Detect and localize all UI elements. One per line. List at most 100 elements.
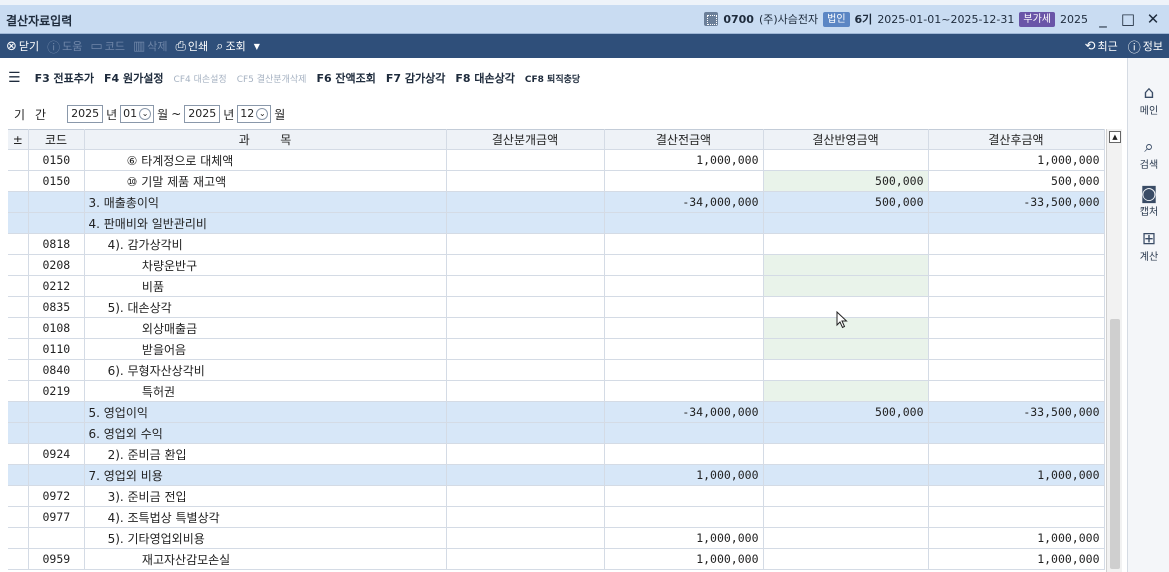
expand-cell[interactable] [8, 401, 29, 423]
end-year-input[interactable]: 2025 [184, 105, 221, 123]
hamburger-menu-icon[interactable]: ☰ [8, 70, 21, 86]
code-cell[interactable]: 0972 [28, 485, 85, 507]
maximize-button[interactable]: □ [1118, 10, 1138, 28]
expand-cell[interactable] [8, 485, 29, 507]
f7-depreciation-button[interactable]: F7 감가상각 [386, 70, 445, 86]
table-row[interactable]: 7. 영업외 비용 1,000,000 1,000,000 [8, 464, 1105, 486]
start-year-input[interactable]: 2025 [67, 105, 104, 123]
code-cell[interactable]: 0818 [28, 233, 85, 255]
info-button[interactable]: ⓘ 정보 [1128, 37, 1163, 56]
code-button[interactable]: ▭ 코드 [90, 38, 125, 54]
code-cell[interactable]: 0212 [28, 275, 85, 297]
start-month-select[interactable]: 01 ⌄ [120, 105, 155, 123]
close-button[interactable]: ⊗ 닫기 [6, 38, 39, 54]
scroll-up-icon[interactable]: ▲ [1109, 131, 1121, 143]
table-row[interactable]: 4. 판매비와 일반관리비 [8, 212, 1105, 234]
f6-balance-query-button[interactable]: F6 잔액조회 [316, 70, 375, 86]
code-cell[interactable]: 0108 [28, 317, 85, 339]
expand-cell[interactable] [8, 212, 29, 234]
table-row[interactable]: 5). 기타영업외비용 1,000,000 1,000,000 [8, 527, 1105, 549]
main-menu-button[interactable]: ⌂ 메인 [1128, 84, 1169, 117]
code-cell[interactable]: 0840 [28, 359, 85, 381]
reflect-amount-cell[interactable] [763, 254, 929, 276]
scroll-thumb[interactable] [1110, 319, 1120, 569]
close-window-button[interactable]: ✕ [1143, 10, 1163, 28]
f3-add-voucher-button[interactable]: F3 전표추가 [35, 70, 94, 86]
code-cell[interactable]: 0835 [28, 296, 85, 318]
code-cell[interactable]: 0924 [28, 443, 85, 465]
expand-cell[interactable] [8, 464, 29, 486]
code-cell[interactable] [28, 422, 85, 444]
dropdown-icon[interactable]: ▼ [254, 42, 260, 51]
code-cell[interactable] [28, 401, 85, 423]
code-cell[interactable]: 0219 [28, 380, 85, 402]
code-cell[interactable]: 0977 [28, 506, 85, 528]
reflect-amount-cell[interactable]: 500,000 [763, 170, 929, 192]
code-cell[interactable] [28, 212, 85, 234]
code-cell[interactable]: 0150 [28, 149, 85, 171]
table-row[interactable]: 0208 차량운반구 [8, 254, 1105, 276]
code-cell[interactable]: 0150 [28, 170, 85, 192]
search-side-button[interactable]: ⌕ 검색 [1128, 138, 1169, 171]
table-row[interactable]: 0219 특허권 [8, 380, 1105, 402]
expand-cell[interactable] [8, 548, 29, 570]
expand-cell[interactable] [8, 359, 29, 381]
expand-cell[interactable] [8, 233, 29, 255]
table-row[interactable]: 0840 6). 무형자산상각비 [8, 359, 1105, 381]
table-row[interactable]: 0212 비품 [8, 275, 1105, 297]
company-icon[interactable] [704, 12, 719, 26]
cf5-delete-closing-entry-button[interactable]: CF5 결산분개삭제 [237, 72, 307, 85]
chevron-down-icon[interactable]: ⌄ [139, 108, 152, 120]
table-row[interactable]: 0977 4). 조특법상 특별상각 [8, 506, 1105, 528]
code-cell[interactable] [28, 527, 85, 549]
table-row[interactable]: 0959 재고자산감모손실 1,000,000 1,000,000 [8, 548, 1105, 570]
expand-cell[interactable] [8, 422, 29, 444]
expand-cell[interactable] [8, 170, 29, 192]
table-row[interactable]: 0924 2). 준비금 환입 [8, 443, 1105, 465]
reflect-amount-cell[interactable] [763, 338, 929, 360]
table-row[interactable]: 0110 받을어음 [8, 338, 1105, 360]
end-month-select[interactable]: 12 ⌄ [237, 105, 272, 123]
table-row[interactable]: 0150 ⑥ 타계정으로 대체액 1,000,000 1,000,000 [8, 149, 1105, 171]
table-row[interactable]: 0108 외상매출금 [8, 317, 1105, 339]
calculator-button[interactable]: ⊞ 계산 [1128, 230, 1169, 263]
cf8-retirement-provision-button[interactable]: CF8 퇴직충당 [525, 72, 580, 85]
expand-cell[interactable] [8, 338, 29, 360]
expand-cell[interactable] [8, 254, 29, 276]
capture-button[interactable]: ◙ 캡처 [1128, 185, 1169, 218]
code-cell[interactable]: 0208 [28, 254, 85, 276]
table-row[interactable]: 0818 4). 감가상각비 [8, 233, 1105, 255]
expand-cell[interactable] [8, 191, 29, 213]
expand-cell[interactable] [8, 317, 29, 339]
expand-cell[interactable] [8, 296, 29, 318]
expand-cell[interactable] [8, 506, 29, 528]
help-button[interactable]: ⓘ 도움 [47, 37, 82, 56]
table-row[interactable]: 5. 영업이익 -34,000,000 500,000 -33,500,000 [8, 401, 1105, 423]
expand-cell[interactable] [8, 380, 29, 402]
code-cell[interactable] [28, 191, 85, 213]
expand-cell[interactable] [8, 275, 29, 297]
code-cell[interactable]: 0110 [28, 338, 85, 360]
chevron-down-icon[interactable]: ⌄ [256, 108, 269, 120]
table-row[interactable]: 3. 매출총이익 -34,000,000 500,000 -33,500,000 [8, 191, 1105, 213]
table-row[interactable]: 6. 영업외 수익 [8, 422, 1105, 444]
table-row[interactable]: 0972 3). 준비금 전입 [8, 485, 1105, 507]
expand-column-header[interactable]: ± [8, 129, 29, 150]
search-button[interactable]: ⌕ 조회 ▼ [216, 38, 260, 54]
vertical-scrollbar[interactable]: ▲ [1106, 129, 1122, 572]
reflect-amount-cell[interactable] [763, 380, 929, 402]
code-cell[interactable]: 0959 [28, 548, 85, 570]
reflect-amount-cell[interactable] [763, 275, 929, 297]
minimize-button[interactable]: _ [1093, 10, 1113, 28]
print-button[interactable]: ⎙ 인쇄 [176, 38, 209, 54]
table-row[interactable]: 0835 5). 대손상각 [8, 296, 1105, 318]
cf4-bad-debt-setting-button[interactable]: CF4 대손설정 [174, 72, 227, 85]
table-row[interactable]: 0150 ⑩ 기말 제품 재고액 500,000 500,000 [8, 170, 1105, 192]
f4-cost-setting-button[interactable]: F4 원가설정 [104, 70, 163, 86]
f8-bad-debt-amortization-button[interactable]: F8 대손상각 [455, 70, 514, 86]
delete-button[interactable]: ▥ 삭제 [133, 38, 168, 54]
expand-cell[interactable] [8, 443, 29, 465]
code-cell[interactable] [28, 464, 85, 486]
recent-button[interactable]: ⟲ 최근 [1085, 38, 1118, 54]
expand-cell[interactable] [8, 149, 29, 171]
